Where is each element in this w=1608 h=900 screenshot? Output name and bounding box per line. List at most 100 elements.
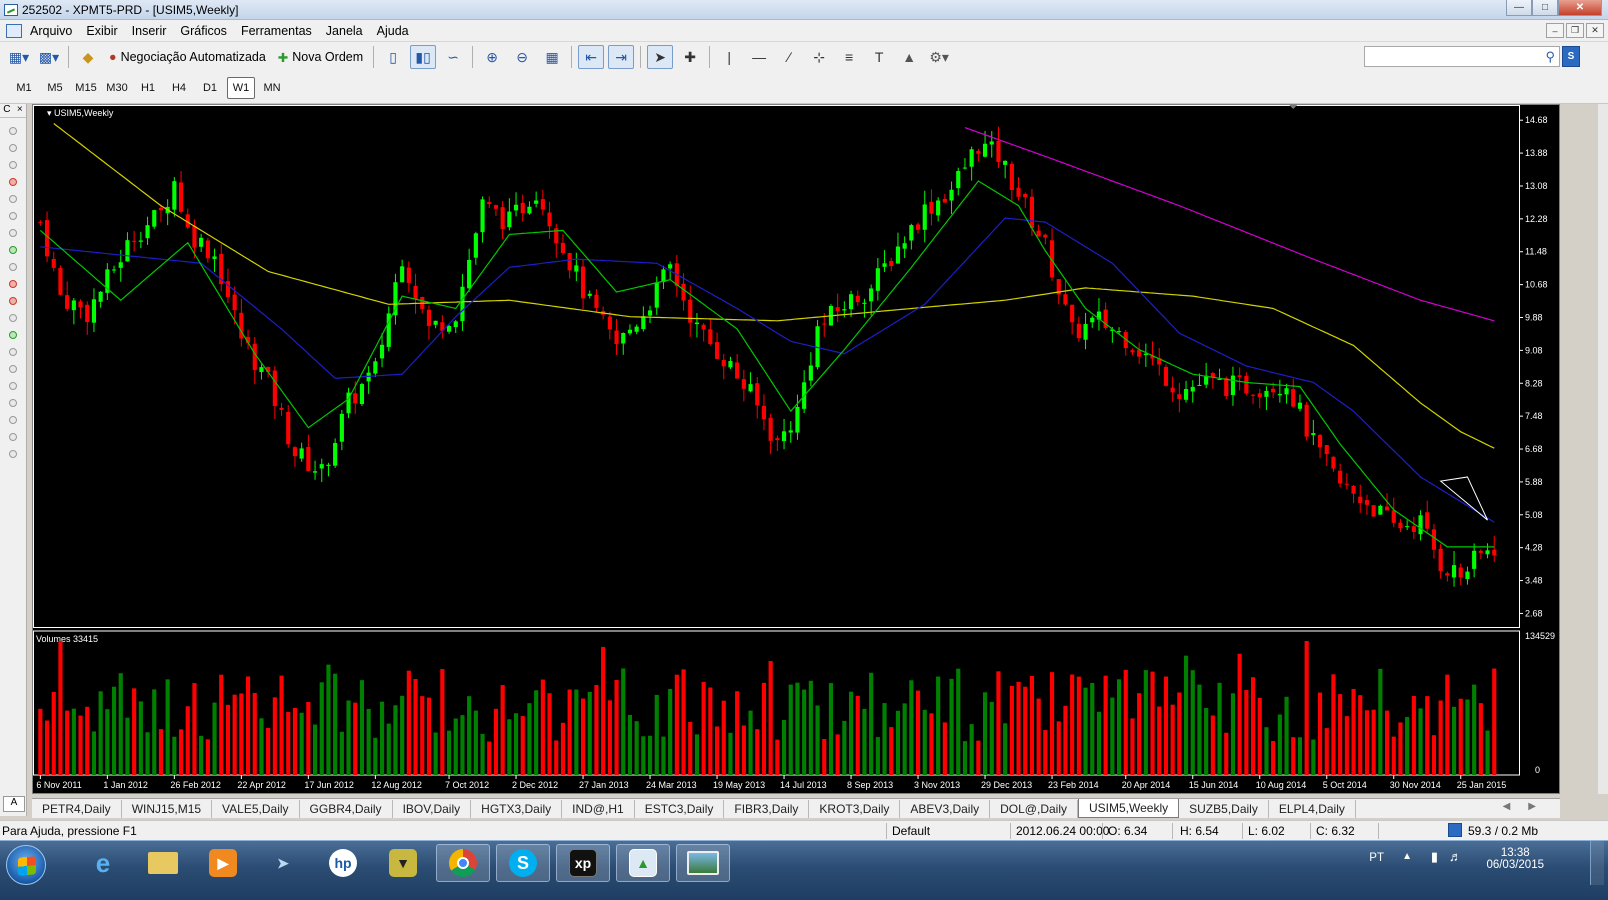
clock[interactable]: 13:38 06/03/2015 (1486, 847, 1544, 871)
text-icon[interactable]: T (866, 45, 892, 69)
tab-petr4[interactable]: PETR4,Daily (32, 800, 122, 818)
shapes-icon[interactable]: ▲ (896, 45, 922, 69)
timeframe-mn[interactable]: MN (258, 77, 286, 99)
signal-strength-icon[interactable]: ▮ (1431, 849, 1438, 865)
tab-krot3[interactable]: KROT3,Daily (809, 800, 901, 818)
metatrader-icon[interactable]: ▲ (616, 844, 670, 882)
timeframe-h1[interactable]: H1 (134, 77, 162, 99)
signal-dot[interactable] (9, 161, 17, 169)
tab-ggbr4[interactable]: GGBR4,Daily (300, 800, 393, 818)
new-chart-icon[interactable]: ▦▾ (6, 45, 32, 69)
tab-ind[interactable]: IND@,H1 (562, 800, 635, 818)
start-button[interactable] (6, 845, 46, 885)
maximize-button[interactable]: □ (1532, 0, 1558, 16)
internet-explorer-icon[interactable]: e (76, 844, 130, 882)
menu-ajuda[interactable]: Ajuda (375, 24, 421, 38)
cursor-icon[interactable]: ➤ (647, 45, 674, 69)
panel-close-icon[interactable]: × (17, 104, 23, 117)
signal-dot[interactable] (9, 212, 17, 220)
left-panel-tab[interactable]: A (3, 796, 25, 812)
image-viewer-icon[interactable] (676, 844, 730, 882)
tab-suzb5[interactable]: SUZB5,Daily (1179, 800, 1269, 818)
timeframe-m1[interactable]: M1 (10, 77, 38, 99)
signal-dot[interactable] (9, 331, 17, 339)
tab-scroll-arrows[interactable]: ◀▶ (1503, 801, 1554, 812)
tab-vale5[interactable]: VALE5,Daily (212, 800, 300, 818)
community-icon[interactable]: S (1562, 46, 1580, 67)
search-input[interactable]: ⚲ (1364, 46, 1560, 67)
menu-janela[interactable]: Janela (324, 24, 375, 38)
signal-dot[interactable] (9, 195, 17, 203)
timeframe-m15[interactable]: M15 (72, 77, 100, 99)
new-order-button[interactable]: ✚ Nova Ordem (274, 45, 367, 69)
show-desktop-button[interactable] (1590, 841, 1604, 885)
signal-dot[interactable] (9, 433, 17, 441)
auto-trading-button[interactable]: ● Negociação Automatizada (105, 45, 270, 69)
auto-scroll-icon[interactable]: ⇤ (578, 45, 605, 69)
tab-winj15[interactable]: WINJ15,M15 (122, 800, 213, 818)
timeframe-w1[interactable]: W1 (227, 76, 255, 99)
volume-icon[interactable]: ♬ (1449, 849, 1462, 864)
crosshair-icon[interactable]: ✚ (677, 45, 703, 69)
mdi-window-icon[interactable] (6, 23, 22, 38)
tab-abev3[interactable]: ABEV3,Daily (900, 800, 991, 818)
signal-dot[interactable] (9, 450, 17, 458)
signal-dot[interactable] (9, 127, 17, 135)
tab-ibov[interactable]: IBOV,Daily (393, 800, 472, 818)
close-button[interactable]: ✕ (1558, 0, 1602, 16)
menu-exibir[interactable]: Exibir (84, 24, 129, 38)
signal-dot[interactable] (9, 382, 17, 390)
minimize-button[interactable]: — (1506, 0, 1532, 16)
signal-dot[interactable] (9, 297, 17, 305)
signal-dot[interactable] (9, 416, 17, 424)
mdi-restore-button[interactable]: ❐ (1566, 23, 1584, 38)
signal-dot[interactable] (9, 314, 17, 322)
mdi-close-button[interactable]: ✕ (1586, 23, 1604, 38)
vertical-scrollbar[interactable] (1598, 104, 1608, 794)
tab-dol[interactable]: DOL@,Daily (990, 800, 1078, 818)
search-icon[interactable]: ⚲ (1545, 49, 1555, 65)
xp-icon[interactable]: xp (556, 844, 610, 882)
menu-graficos[interactable]: Gráficos (178, 24, 239, 38)
line-chart-icon[interactable]: ∽ (440, 45, 466, 69)
chart-window[interactable]: ▾ USIM5,Weekly Volumes 33415 14.68 13.88 13.… (32, 104, 1560, 794)
equidistant-channel-icon[interactable]: ⊹ (806, 45, 832, 69)
network-icon[interactable]: ➤ (256, 844, 310, 882)
timeframe-m5[interactable]: M5 (41, 77, 69, 99)
candlestick-icon[interactable]: ▮▯ (410, 45, 437, 69)
tab-estc3[interactable]: ESTC3,Daily (635, 800, 725, 818)
market-watch-icon[interactable]: ◆ (75, 45, 101, 69)
folder-icon[interactable] (136, 844, 190, 882)
tile-windows-icon[interactable]: ▦ (539, 45, 565, 69)
tab-elpl4[interactable]: ELPL4,Daily (1269, 800, 1356, 818)
mdi-minimize-button[interactable]: – (1546, 23, 1564, 38)
tab-fibr3[interactable]: FIBR3,Daily (724, 800, 810, 818)
signal-dot[interactable] (9, 280, 17, 288)
more-tools-icon[interactable]: ⚙▾ (926, 45, 952, 69)
horizontal-line-icon[interactable]: — (746, 45, 772, 69)
hp-icon[interactable]: hp (316, 844, 370, 882)
bar-chart-icon[interactable]: ▯ (380, 45, 406, 69)
timeframe-h4[interactable]: H4 (165, 77, 193, 99)
menu-arquivo[interactable]: Arquivo (30, 24, 84, 38)
chart-shift-icon[interactable]: ⇥ (608, 45, 635, 69)
signal-dot[interactable] (9, 365, 17, 373)
skype-icon[interactable]: S (496, 844, 550, 882)
language-indicator[interactable]: PT (1369, 852, 1384, 864)
menu-inserir[interactable]: Inserir (130, 24, 179, 38)
price-chart[interactable]: ▾ USIM5,Weekly Volumes 33415 14.68 13.88 13.… (33, 105, 1559, 793)
timeframe-d1[interactable]: D1 (196, 77, 224, 99)
chrome-icon[interactable] (436, 844, 490, 882)
trendline-icon[interactable]: ∕ (776, 45, 802, 69)
timeframe-m30[interactable]: M30 (103, 77, 131, 99)
menu-ferramentas[interactable]: Ferramentas (239, 24, 324, 38)
signal-dot[interactable] (9, 263, 17, 271)
media-player-icon[interactable]: ▶ (196, 844, 250, 882)
fibonacci-icon[interactable]: ≡ (836, 45, 862, 69)
tab-hgtx3[interactable]: HGTX3,Daily (471, 800, 563, 818)
signal-dot[interactable] (9, 246, 17, 254)
signal-dot[interactable] (9, 144, 17, 152)
tab-usim5[interactable]: USIM5,Weekly (1078, 799, 1180, 818)
signal-dot[interactable] (9, 229, 17, 237)
profiles-icon[interactable]: ▩▾ (36, 45, 62, 69)
